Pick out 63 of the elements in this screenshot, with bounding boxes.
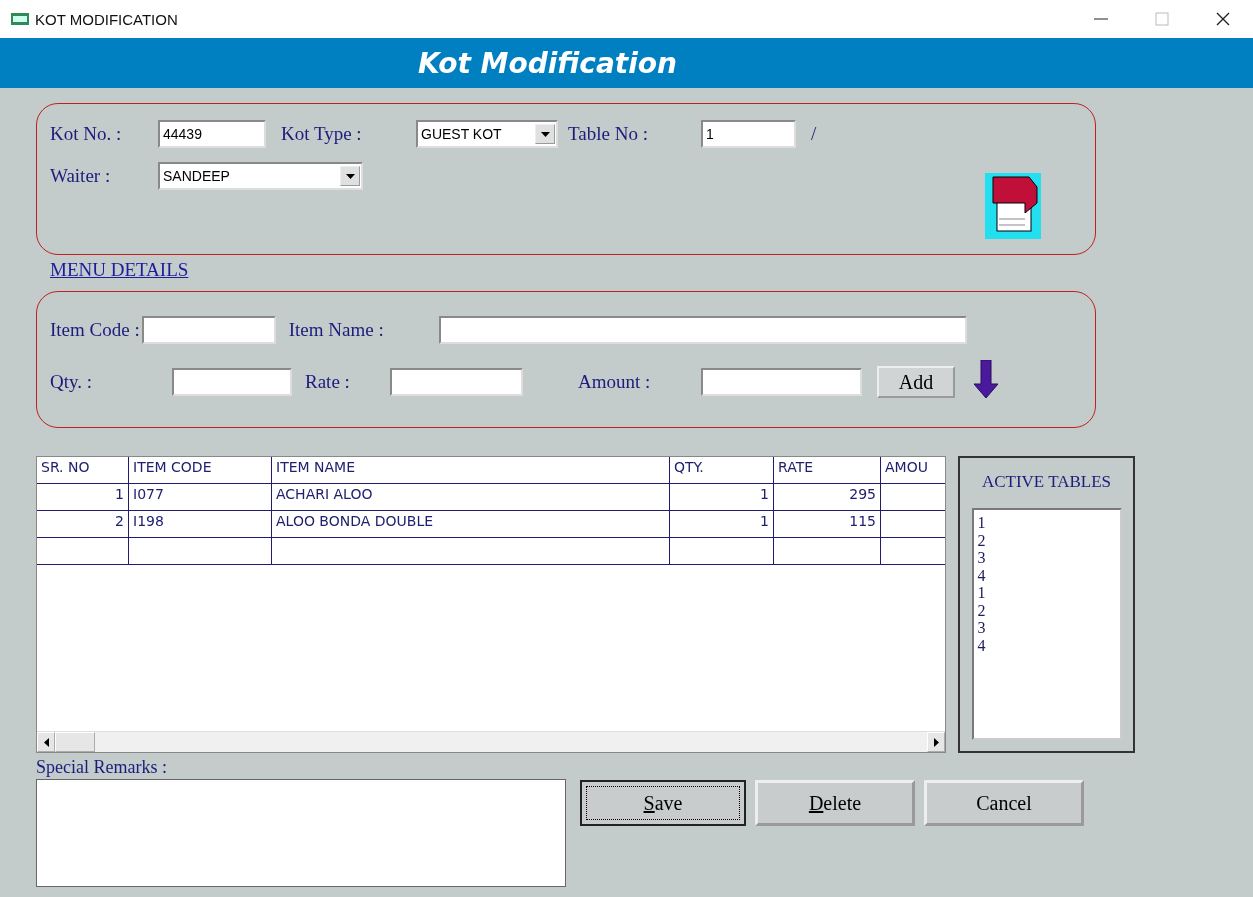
horizontal-scrollbar[interactable]: [37, 731, 945, 752]
separator-text: /: [811, 123, 817, 145]
list-item[interactable]: 1: [977, 584, 986, 602]
rate-field[interactable]: [390, 368, 523, 396]
menu-details-link[interactable]: MENU DETAILS: [50, 259, 189, 285]
field-label: Amount :: [578, 371, 652, 393]
column-header[interactable]: ITEM CODE: [129, 457, 272, 483]
scrollbar-thumb[interactable]: [55, 732, 95, 752]
field-label: Special Remarks :: [36, 757, 167, 779]
close-icon[interactable]: [1215, 11, 1231, 27]
field-label: Item Code :: [50, 319, 140, 341]
table-cell: ALOO BONDA DOUBLE: [272, 511, 670, 537]
table-cell: ACHARI ALOO: [272, 484, 670, 510]
table-cell: 1: [670, 511, 774, 537]
table-cell: 295: [774, 484, 881, 510]
table-cell: I077: [129, 484, 272, 510]
add-button[interactable]: Add: [877, 366, 955, 398]
field-label: Item Name :: [288, 319, 385, 341]
down-arrow-icon[interactable]: [974, 360, 998, 398]
quantity-field[interactable]: [172, 368, 292, 396]
list-item[interactable]: 4: [977, 566, 986, 584]
item-name-field[interactable]: [438, 316, 967, 344]
kot-type-dropdown[interactable]: GUEST KOT: [416, 120, 558, 148]
list-item[interactable]: 4: [977, 636, 986, 654]
action-button[interactable]: Delete: [755, 780, 915, 826]
column-header[interactable]: QTY.: [670, 457, 774, 483]
field-label: Kot Type :: [281, 123, 363, 145]
list-item[interactable]: 3: [977, 619, 986, 637]
field-label: Qty. :: [50, 371, 94, 393]
table-number-field[interactable]: 1: [701, 120, 796, 148]
list-item[interactable]: 2: [977, 601, 986, 619]
waiter-dropdown[interactable]: SANDEEP: [158, 162, 363, 190]
list-item[interactable]: 2: [977, 531, 986, 549]
field-label: Table No :: [568, 123, 649, 145]
field-label: Kot No. :: [50, 123, 123, 145]
amount-field[interactable]: [701, 368, 862, 396]
window-title: KOT MODIFICATION: [35, 10, 178, 28]
column-header[interactable]: SR. NO: [37, 457, 129, 483]
table-cell: 2: [37, 511, 129, 537]
column-header[interactable]: RATE: [774, 457, 881, 483]
list-item[interactable]: 1: [977, 514, 986, 532]
table-cell: 1: [37, 484, 129, 510]
table-cell: I198: [129, 511, 272, 537]
table-cell: 115: [774, 511, 881, 537]
action-button[interactable]: Save: [580, 780, 746, 826]
kot-number-field[interactable]: 44439: [158, 120, 266, 148]
column-header[interactable]: AMOU: [881, 457, 945, 483]
scroll-right-icon[interactable]: [933, 737, 939, 747]
scroll-left-icon[interactable]: [43, 737, 49, 747]
remarks-field[interactable]: [36, 779, 566, 887]
app-icon: [11, 13, 29, 25]
item-code-field[interactable]: [141, 316, 276, 344]
field-label: Waiter :: [50, 165, 112, 187]
header-title: Kot Modification: [418, 46, 677, 80]
panel-title: ACTIVE TABLES: [981, 472, 1112, 492]
dropdown-arrow-icon: [540, 131, 550, 137]
table-cell: 1: [670, 484, 774, 510]
list-item[interactable]: 3: [977, 549, 986, 567]
notepad-icon[interactable]: [985, 173, 1041, 239]
field-label: Rate :: [305, 371, 351, 393]
dropdown-arrow-icon: [345, 173, 355, 179]
column-header[interactable]: ITEM NAME: [272, 457, 670, 483]
action-button[interactable]: Cancel: [924, 780, 1084, 826]
